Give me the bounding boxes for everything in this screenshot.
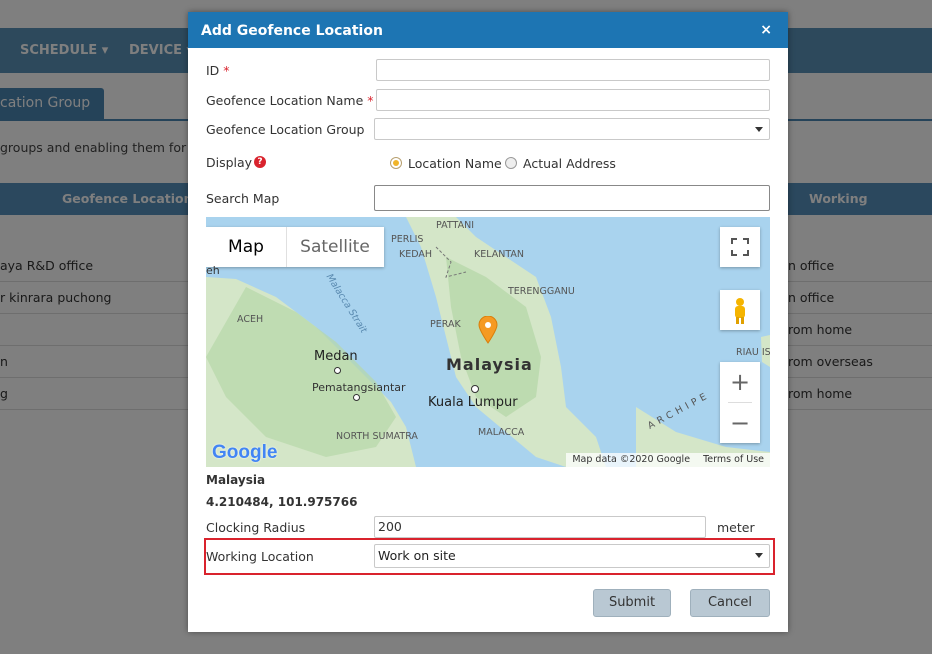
radio-location-name-label[interactable]: Location Name [408, 156, 502, 171]
help-icon[interactable]: ? [254, 156, 266, 168]
location-name-input[interactable] [376, 89, 770, 111]
radio-actual-address-label[interactable]: Actual Address [523, 156, 616, 171]
location-group-select[interactable] [374, 118, 770, 140]
search-map-label: Search Map [206, 191, 280, 206]
map-label-edge: eh [206, 264, 220, 277]
chevron-down-icon [755, 553, 763, 558]
required-marker: * [223, 63, 230, 78]
terms-of-use-link[interactable]: Terms of Use [703, 454, 764, 465]
map-label-kedah: KEDAH [399, 249, 433, 260]
search-map-input[interactable] [374, 185, 770, 211]
id-input[interactable] [376, 59, 770, 81]
google-map[interactable]: Map Satellite + − PATTANI PERLIS KEDAH K… [206, 217, 770, 467]
close-icon[interactable]: × [760, 12, 772, 48]
add-geofence-dialog: Add Geofence Location × ID * Geofence Lo… [188, 12, 788, 632]
working-location-select[interactable]: Work on site [374, 544, 770, 568]
dialog-header: Add Geofence Location × [188, 12, 788, 48]
map-label-perlis: PERLIS [391, 234, 424, 245]
location-group-label: Geofence Location Group [206, 122, 365, 137]
map-label-pattani: PATTANI [436, 220, 474, 231]
map-label-medan: Medan [314, 349, 358, 364]
zoom-in-button[interactable]: + [720, 362, 760, 402]
street-view-pegman-icon[interactable] [720, 290, 760, 330]
google-logo: Google [212, 442, 278, 463]
map-label-aceh: ACEH [237, 314, 264, 325]
id-label: ID * [206, 63, 230, 78]
map-label-terengganu: TERENGGANU [508, 286, 575, 297]
cancel-button[interactable]: Cancel [690, 589, 770, 617]
dialog-title: Add Geofence Location [201, 23, 383, 39]
location-name-label: Geofence Location Name * [206, 93, 374, 108]
chevron-down-icon [755, 127, 763, 132]
map-label-kelantan: KELANTAN [474, 249, 525, 260]
map-type-toggle: Map Satellite [206, 227, 384, 267]
map-city-dot [334, 367, 341, 374]
display-label: Display [206, 155, 253, 170]
map-pin-icon[interactable] [478, 316, 498, 344]
selected-location-name: Malaysia [206, 473, 266, 487]
zoom-controls: + − [720, 362, 760, 443]
map-label-kuala-lumpur: Kuala Lumpur [428, 395, 518, 410]
radio-actual-address[interactable] [505, 157, 517, 169]
map-label-malaysia: Malaysia [446, 355, 533, 374]
zoom-out-button[interactable]: − [720, 403, 760, 443]
map-label-north-sumatra: NORTH SUMATRA [336, 431, 418, 442]
map-type-map-button[interactable]: Map [206, 227, 287, 267]
map-label-malacca: MALACCA [478, 427, 525, 438]
map-label-riau: RIAU IS [736, 347, 770, 358]
required-marker: * [367, 93, 374, 108]
selected-coordinates: 4.210484, 101.975766 [206, 495, 358, 509]
map-city-dot [471, 385, 479, 393]
map-type-satellite-button[interactable]: Satellite [286, 227, 384, 267]
submit-button[interactable]: Submit [593, 589, 671, 617]
radius-unit-label: meter [717, 520, 755, 535]
map-label-pematangsiantar: Pematangsiantar [312, 381, 406, 394]
clocking-radius-label: Clocking Radius [206, 520, 306, 535]
fullscreen-icon[interactable] [720, 227, 760, 267]
clocking-radius-input[interactable]: 200 [374, 516, 706, 538]
radio-location-name[interactable] [390, 157, 402, 169]
working-location-label: Working Location [206, 549, 314, 564]
map-attribution: Map data ©2020 Google Terms of Use [566, 453, 770, 467]
map-label-perak: PERAK [430, 319, 461, 330]
map-city-dot [353, 394, 360, 401]
